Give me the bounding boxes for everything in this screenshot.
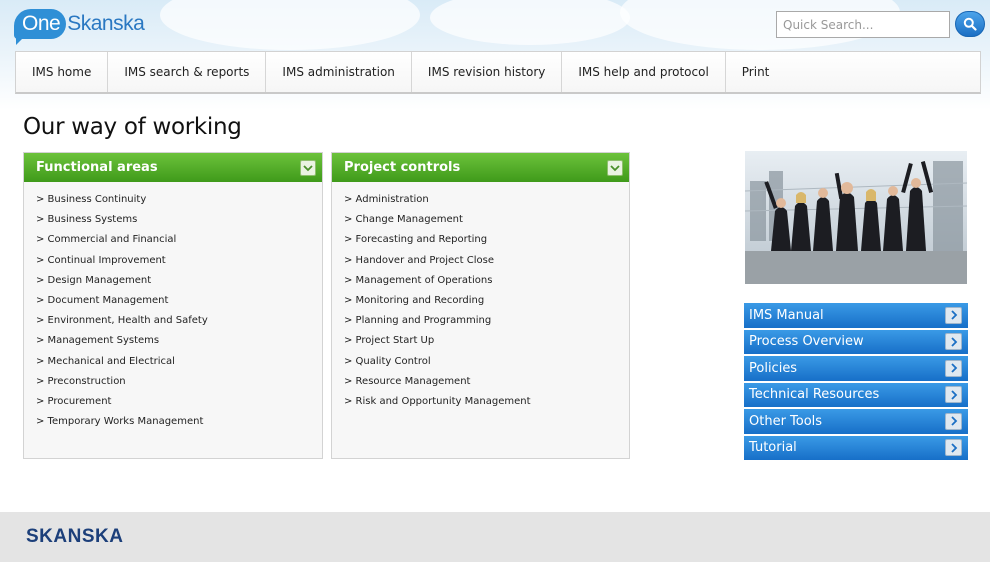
side-item-label: Policies: [749, 360, 798, 376]
list-item[interactable]: > Design Management: [36, 271, 322, 291]
list-item[interactable]: > Continual Improvement: [36, 251, 322, 271]
nav-ims-administration[interactable]: IMS administration: [266, 52, 412, 92]
list-item[interactable]: > Environment, Health and Safety: [36, 311, 322, 331]
side-item-technical-resources[interactable]: Technical Resources: [744, 382, 968, 407]
list-item[interactable]: > Handover and Project Close: [344, 251, 629, 271]
list-item[interactable]: > Temporary Works Management: [36, 412, 322, 432]
list-item[interactable]: > Commercial and Financial: [36, 230, 322, 250]
side-item-tutorial[interactable]: Tutorial: [744, 435, 968, 460]
collapse-toggle[interactable]: [300, 159, 316, 176]
list-item[interactable]: > Quality Control: [344, 352, 629, 372]
chevron-right-icon: [945, 359, 962, 377]
page-title: Our way of working: [23, 114, 242, 140]
side-item-process-overview[interactable]: Process Overview: [744, 329, 968, 354]
nav-ims-search-reports[interactable]: IMS search & reports: [108, 52, 267, 92]
functional-areas-panel: Functional areas > Business Continuity >…: [23, 152, 323, 459]
list-item[interactable]: > Procurement: [36, 392, 322, 412]
panel-title: Functional areas: [36, 160, 158, 175]
team-photo: [745, 151, 967, 284]
nav-ims-help-protocol[interactable]: IMS help and protocol: [562, 52, 726, 92]
panel-header: Functional areas: [24, 153, 322, 182]
main-nav: IMS home IMS search & reports IMS admini…: [15, 51, 981, 94]
panel-header: Project controls: [332, 153, 629, 182]
side-item-policies[interactable]: Policies: [744, 356, 968, 381]
chevron-down-icon: [303, 164, 313, 171]
list-item[interactable]: > Project Start Up: [344, 331, 629, 351]
list-item[interactable]: > Monitoring and Recording: [344, 291, 629, 311]
footer: SKANSKA: [0, 512, 990, 562]
search-icon: [963, 17, 977, 31]
list-item[interactable]: > Management of Operations: [344, 271, 629, 291]
side-item-label: Tutorial: [749, 440, 797, 456]
project-controls-list: > Administration > Change Management > F…: [332, 182, 629, 412]
nav-ims-home[interactable]: IMS home: [16, 52, 109, 92]
functional-areas-list: > Business Continuity > Business Systems…: [24, 182, 322, 432]
list-item[interactable]: > Business Continuity: [36, 190, 322, 210]
list-item[interactable]: > Forecasting and Reporting: [344, 230, 629, 250]
onskanska-logo[interactable]: One Skanska: [14, 7, 145, 45]
side-item-ims-manual[interactable]: IMS Manual: [744, 303, 968, 328]
chevron-right-icon: [945, 412, 962, 430]
skanska-footer-logo[interactable]: SKANSKA: [26, 526, 123, 548]
chevron-right-icon: [945, 386, 962, 404]
project-controls-panel: Project controls > Administration > Chan…: [331, 152, 630, 459]
side-item-label: Technical Resources: [749, 387, 880, 403]
list-item[interactable]: > Change Management: [344, 210, 629, 230]
side-item-label: Other Tools: [749, 413, 823, 429]
nav-ims-revision-history[interactable]: IMS revision history: [412, 52, 563, 92]
search-button[interactable]: [955, 11, 985, 37]
list-item[interactable]: > Mechanical and Electrical: [36, 352, 322, 372]
side-item-label: IMS Manual: [749, 307, 824, 323]
chevron-right-icon: [945, 333, 962, 351]
list-item[interactable]: > Administration: [344, 190, 629, 210]
list-item[interactable]: > Management Systems: [36, 331, 322, 351]
list-item[interactable]: > Business Systems: [36, 210, 322, 230]
collapse-toggle[interactable]: [607, 159, 623, 176]
side-item-other-tools[interactable]: Other Tools: [744, 409, 968, 434]
list-item[interactable]: > Document Management: [36, 291, 322, 311]
panel-title: Project controls: [344, 160, 461, 175]
list-item[interactable]: > Planning and Programming: [344, 311, 629, 331]
logo-one: One: [14, 9, 67, 45]
list-item[interactable]: > Resource Management: [344, 372, 629, 392]
chevron-right-icon: [945, 439, 962, 457]
logo-skanska: Skanska: [67, 12, 145, 35]
list-item[interactable]: > Risk and Opportunity Management: [344, 392, 629, 412]
nav-print[interactable]: Print: [726, 52, 786, 92]
side-item-label: Process Overview: [749, 334, 864, 350]
chevron-down-icon: [610, 164, 620, 171]
quick-search-input[interactable]: [776, 11, 950, 38]
chevron-right-icon: [945, 306, 962, 324]
side-menu: IMS Manual Process Overview Policies Tec…: [744, 303, 968, 462]
list-item[interactable]: > Preconstruction: [36, 372, 322, 392]
